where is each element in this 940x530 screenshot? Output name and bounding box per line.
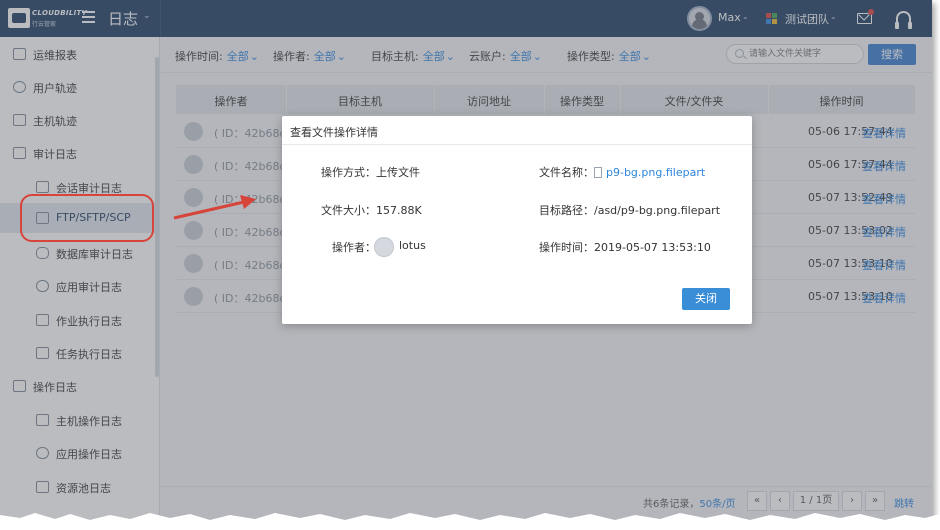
torn-edge-decoration — [0, 513, 940, 530]
field-label: 文件大小： — [321, 204, 376, 217]
file-size-field: 文件大小：157.88K — [321, 202, 422, 218]
app-window: CLOUDBILITY 行云管家 日志 ⌄ Max ⌄ 测试团队 ⌄ 运维报表 … — [0, 0, 932, 520]
dialog-divider — [282, 144, 752, 145]
field-value: 157.88K — [376, 204, 422, 217]
field-label: 操作时间： — [539, 241, 594, 254]
avatar — [374, 237, 394, 257]
close-button[interactable]: 关闭 — [682, 288, 730, 310]
filename-link[interactable]: p9-bg.png.filepart — [606, 166, 705, 179]
field-label: 操作方式： — [321, 166, 376, 179]
file-icon — [594, 167, 602, 178]
field-label: 目标路径： — [539, 204, 594, 217]
field-label: 文件名称： — [539, 166, 594, 179]
op-time-field: 操作时间：2019-05-07 13:53:10 — [539, 239, 711, 255]
field-value: /asd/p9-bg.png.filepart — [594, 204, 721, 217]
field-label: 操作者： — [332, 241, 376, 254]
target-path-field: 目标路径：/asd/p9-bg.png.filepart — [539, 202, 720, 218]
file-detail-dialog: 查看文件操作详情 操作方式：上传文件 文件名称： p9-bg.png.filepa… — [282, 116, 752, 324]
dialog-title: 查看文件操作详情 — [290, 126, 378, 139]
annotation-arrow-icon — [173, 195, 256, 220]
field-value: 2019-05-07 13:53:10 — [594, 241, 711, 254]
filename-field: 文件名称： p9-bg.png.filepart — [539, 164, 705, 180]
op-method-field: 操作方式：上传文件 — [321, 164, 420, 180]
operator-field: 操作者： — [332, 239, 376, 255]
annotation-circle — [20, 194, 154, 242]
operator-name: lotus — [399, 239, 426, 252]
field-value: 上传文件 — [376, 166, 420, 179]
